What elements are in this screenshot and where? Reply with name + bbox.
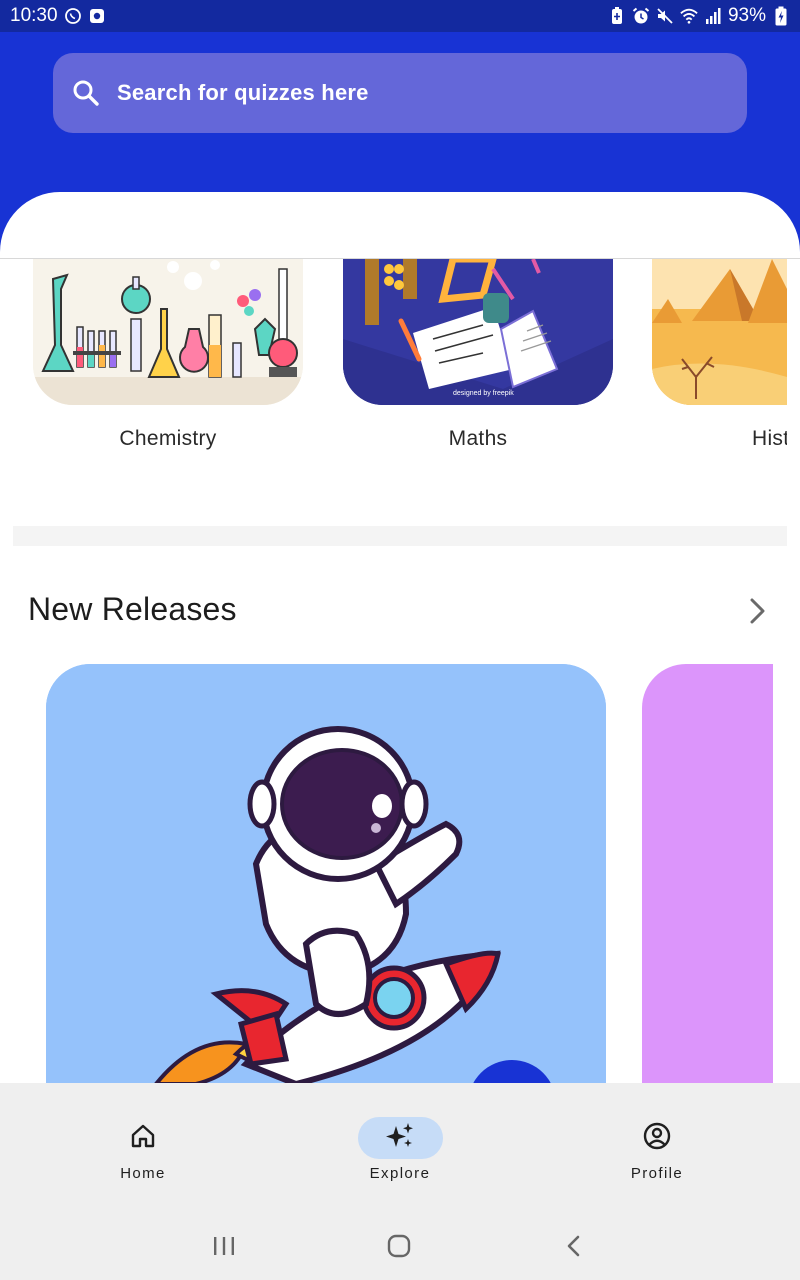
back-icon[interactable] [554,1230,594,1262]
status-time: 10:30 [10,5,58,26]
category-card-history[interactable] [652,259,787,405]
category-label-chemistry[interactable]: Chemistry [33,427,303,451]
nav-item-profile[interactable]: Profile [557,1083,757,1200]
battery-charging-icon [772,6,790,26]
chevron-right-icon[interactable] [742,594,774,628]
pyramids-desert-illustration [652,259,787,405]
profile-icon [642,1121,672,1156]
categories-carousel[interactable]: Chemistry designed by freepik Maths Hist [0,259,800,489]
astronaut-on-rocket-illustration [46,664,606,1084]
category-card-maths[interactable]: designed by freepik [343,259,613,405]
maths-desk-illustration: designed by freepik [343,259,613,405]
nav-pill-explore [357,1117,443,1159]
recent-apps-icon[interactable] [204,1230,244,1262]
whatsapp-icon [64,7,82,25]
home-icon [129,1122,157,1155]
svg-text:designed by freepik: designed by freepik [453,390,514,397]
nav-label-home: Home [120,1165,166,1182]
status-left: 10:30 [10,5,106,27]
mute-icon [656,7,674,25]
battery-saver-icon [608,7,626,25]
alarm-icon [632,7,650,25]
nav-item-home[interactable]: Home [43,1083,243,1200]
battery-percent: 93% [727,5,766,26]
wifi-icon [680,7,698,25]
nav-item-explore[interactable]: Explore [300,1083,500,1200]
header: Search for quizzes here [0,32,800,259]
sparkles-icon [385,1121,415,1156]
category-label-maths[interactable]: Maths [343,427,613,451]
signal-icon [704,7,722,25]
status-right: 93% [608,5,790,27]
status-bar: 10:30 93% [0,0,800,32]
release-card-astronaut[interactable] [46,664,606,1084]
nav-pill-home [101,1117,186,1159]
nav-label-profile: Profile [630,1165,684,1182]
new-releases-title: New Releases [28,591,237,627]
release-card-purple[interactable] [642,664,773,1084]
home-circle-icon[interactable] [379,1230,419,1262]
chemistry-lab-illustration [33,259,303,405]
nav-label-explore: Explore [369,1165,431,1182]
category-label-history[interactable]: Hist [652,427,787,451]
search-input[interactable]: Search for quizzes here [117,80,369,106]
system-navigation [0,1200,800,1280]
search-bar[interactable]: Search for quizzes here [53,53,747,133]
section-divider [13,526,787,546]
search-icon [71,78,101,108]
header-curve [0,192,800,259]
category-card-chemistry[interactable] [33,259,303,405]
bottom-navigation: Home Explore Profile [0,1083,800,1200]
nav-pill-profile [615,1117,700,1159]
app-notification-icon [88,7,106,25]
